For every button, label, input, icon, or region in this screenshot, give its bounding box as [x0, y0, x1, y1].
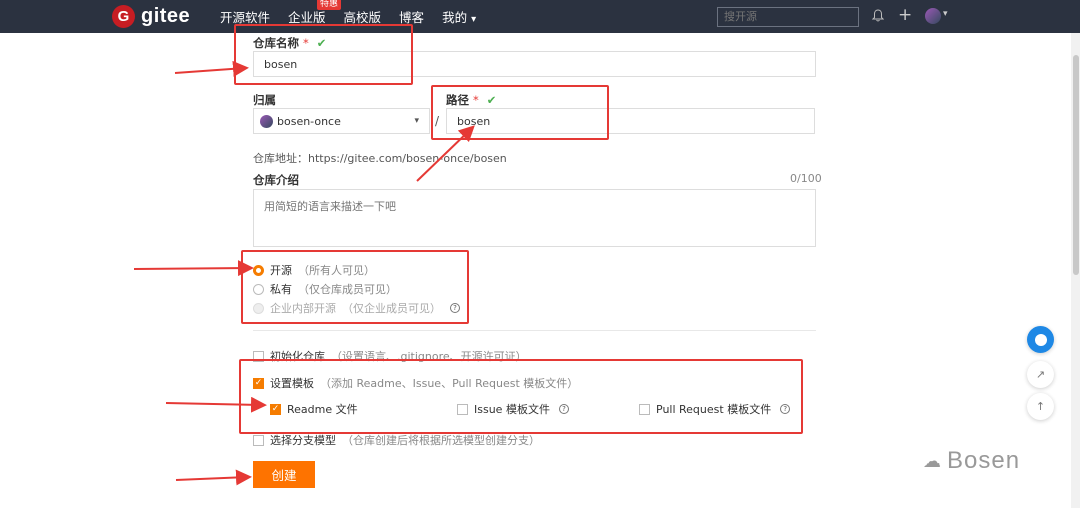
- checkbox-box: [457, 403, 468, 415]
- owner-label: 归属: [253, 93, 276, 107]
- check-icon: ✔: [486, 93, 497, 107]
- radio-private[interactable]: 私有 （仅仓库成员可见）: [253, 281, 397, 297]
- bell-icon[interactable]: [872, 9, 884, 22]
- divider: [253, 330, 816, 331]
- gitee-logo[interactable]: G gitee: [112, 5, 190, 28]
- branch-model-note: （仓库创建后将根据所选模型创建分支）: [342, 434, 540, 447]
- nav-link-opensource[interactable]: 开源软件: [220, 7, 270, 26]
- arrow-up-icon: ↑: [1035, 400, 1046, 413]
- readme-label: Readme 文件: [287, 403, 358, 416]
- branch-model-checkbox[interactable]: 选择分支模型 （仓库创建后将根据所选模型创建分支）: [253, 432, 540, 448]
- nav-links: 开源软件 企业版 特惠 高校版 博客 我的 ▾: [220, 0, 494, 33]
- checkbox-box: [639, 403, 650, 415]
- nav-link-mine-label: 我的: [442, 10, 468, 25]
- annotation-box-template: [239, 359, 803, 434]
- create-button[interactable]: 创建: [253, 461, 315, 488]
- checkbox-checked-icon: ✓: [270, 403, 281, 415]
- arrow-to-visibility: [133, 260, 254, 277]
- repo-name-label-text: 仓库名称: [253, 36, 299, 50]
- radio-dot: [253, 283, 264, 295]
- checkbox-checked-icon: ✓: [253, 377, 264, 389]
- chevron-down-icon: ▾: [414, 116, 419, 126]
- share-float-button[interactable]: ↗: [1027, 361, 1054, 388]
- chevron-down-icon: ▾: [943, 9, 948, 19]
- repo-url-text: 仓库地址：https://gitee.com/bosen-once/bosen: [253, 152, 507, 165]
- init-repo-checkbox[interactable]: 初始化仓库 （设置语言、.gitignore、开源许可证）: [253, 348, 527, 364]
- back-to-top-button[interactable]: ↑: [1027, 393, 1054, 420]
- help-icon[interactable]: ?: [450, 303, 460, 313]
- radio-dot: [253, 264, 264, 276]
- brand-name: gitee: [141, 5, 191, 27]
- nav-link-blog[interactable]: 博客: [399, 7, 424, 26]
- radio-public[interactable]: 开源 （所有人可见）: [253, 262, 375, 278]
- watermark-text: Bosen: [947, 447, 1021, 474]
- path-label-text: 路径: [446, 93, 469, 107]
- path-input[interactable]: bosen: [446, 108, 815, 134]
- external-link-icon: ↗: [1035, 368, 1046, 381]
- radio-public-label: 开源: [270, 264, 292, 277]
- avatar[interactable]: [925, 8, 941, 24]
- required-mark: *: [303, 36, 309, 50]
- owner-value: bosen-once: [277, 114, 341, 128]
- desc-label: 仓库介绍: [253, 173, 299, 187]
- nav-link-mine[interactable]: 我的 ▾: [442, 7, 476, 26]
- checkbox-box: [253, 434, 264, 446]
- scrollbar-thumb[interactable]: [1073, 55, 1079, 275]
- chevron-down-icon: ▾: [471, 14, 477, 25]
- pr-template-label: Pull Request 模板文件: [656, 403, 772, 416]
- chat-icon: [1034, 333, 1047, 346]
- hot-badge: 特惠: [317, 0, 342, 10]
- radio-internal-label: 企业内部开源: [270, 302, 336, 315]
- template-note: （添加 Readme、Issue、Pull Request 模板文件）: [320, 377, 579, 390]
- required-mark: *: [473, 93, 479, 107]
- template-label: 设置模板: [270, 377, 314, 390]
- gitee-logo-icon: G: [112, 5, 135, 28]
- chat-float-button[interactable]: [1027, 326, 1054, 353]
- init-repo-label: 初始化仓库: [270, 350, 325, 363]
- radio-private-note: （仅仓库成员可见）: [298, 283, 397, 296]
- arrow-to-create: [175, 469, 252, 486]
- top-nav: G gitee 开源软件 企业版 特惠 高校版 博客 我的 ▾ + ▾: [0, 0, 1080, 33]
- help-icon[interactable]: ?: [558, 404, 569, 414]
- search-input[interactable]: [717, 7, 859, 27]
- radio-dot: [253, 302, 264, 314]
- wechat-icon: ☁: [923, 450, 941, 472]
- nav-link-edu[interactable]: 高校版: [344, 7, 382, 26]
- owner-avatar: [260, 114, 273, 128]
- issue-template-checkbox[interactable]: Issue 模板文件 ?: [457, 401, 569, 417]
- nav-link-enterprise[interactable]: 企业版 特惠: [288, 0, 342, 26]
- check-icon: ✔: [316, 36, 327, 50]
- checkbox-box: [253, 350, 264, 362]
- path-separator: /: [435, 114, 440, 128]
- arrow-to-name: [174, 60, 249, 77]
- readme-checkbox[interactable]: ✓ Readme 文件: [270, 401, 358, 417]
- pr-template-checkbox[interactable]: Pull Request 模板文件 ?: [639, 401, 791, 417]
- plus-icon[interactable]: +: [898, 7, 912, 24]
- owner-select[interactable]: bosen-once ▾: [253, 108, 430, 134]
- radio-internal: 企业内部开源 （仅企业成员可见） ?: [253, 300, 460, 316]
- radio-public-note: （所有人可见）: [298, 264, 375, 277]
- desc-counter: 0/100: [790, 172, 822, 185]
- branch-model-label: 选择分支模型: [270, 434, 336, 447]
- init-repo-note: （设置语言、.gitignore、开源许可证）: [331, 350, 527, 363]
- desc-textarea[interactable]: [253, 189, 816, 247]
- radio-internal-note: （仅企业成员可见）: [342, 302, 441, 315]
- nav-link-enterprise-label: 企业版: [288, 10, 326, 25]
- repo-name-label: 仓库名称 * ✔: [253, 35, 326, 51]
- help-icon[interactable]: ?: [780, 404, 791, 414]
- arrow-to-readme: [165, 396, 267, 413]
- watermark: ☁ Bosen: [923, 447, 1020, 475]
- path-label: 路径 * ✔: [446, 92, 496, 108]
- repo-name-input[interactable]: bosen: [253, 51, 816, 77]
- template-checkbox[interactable]: ✓ 设置模板 （添加 Readme、Issue、Pull Request 模板文…: [253, 375, 578, 391]
- radio-private-label: 私有: [270, 283, 292, 296]
- issue-template-label: Issue 模板文件: [474, 403, 550, 416]
